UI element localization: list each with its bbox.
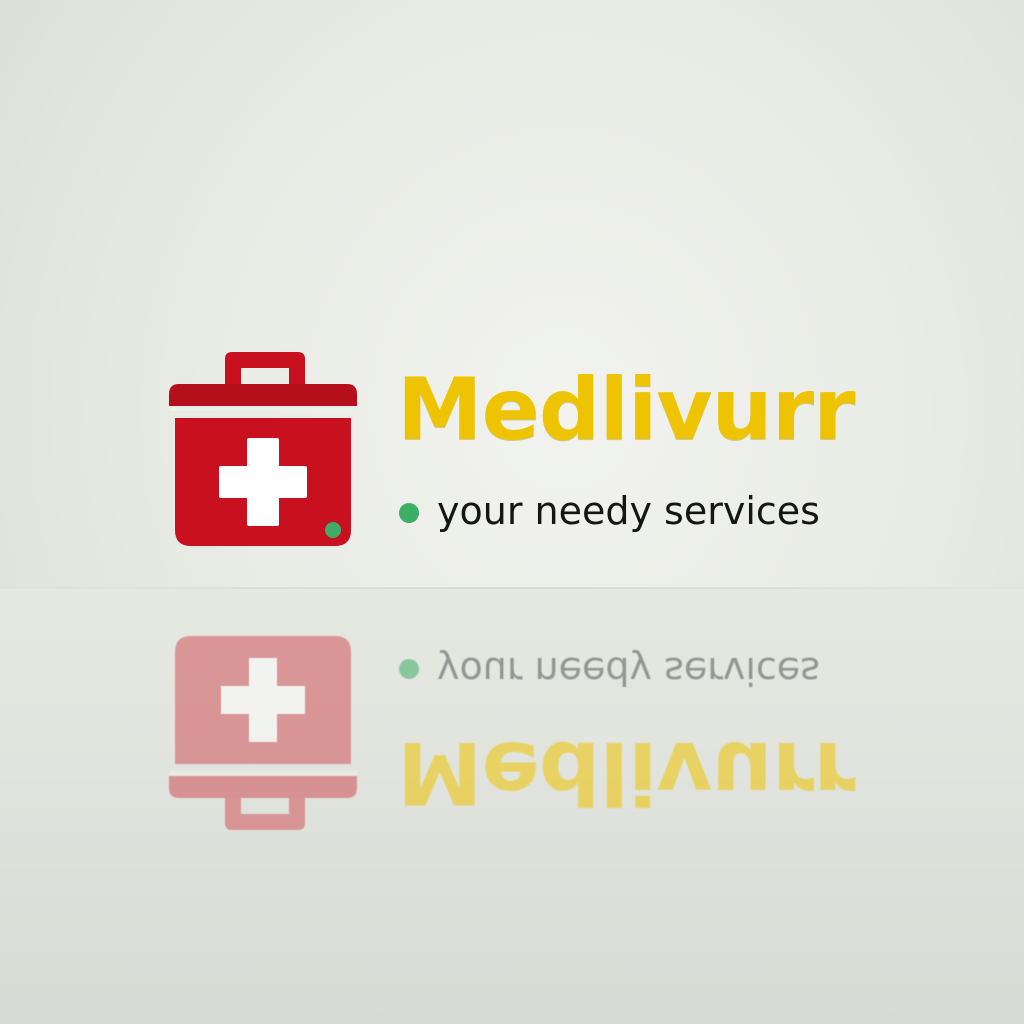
brand-name: Medlivurr bbox=[397, 360, 856, 460]
logo-reflection: Medlivurr your needy services bbox=[165, 634, 885, 834]
brand-logo: Medlivurr your needy services bbox=[165, 348, 885, 548]
first-aid-kit-icon bbox=[169, 352, 357, 546]
green-dot-reflection-icon bbox=[399, 659, 419, 679]
horizon-line bbox=[0, 587, 1024, 589]
tagline: your needy services bbox=[437, 489, 820, 533]
first-aid-kit-reflection-icon bbox=[169, 636, 357, 830]
brand-name-reflection: Medlivurr bbox=[397, 722, 855, 822]
green-dot-icon bbox=[399, 503, 419, 523]
tagline-reflection: your needy services bbox=[437, 649, 820, 693]
